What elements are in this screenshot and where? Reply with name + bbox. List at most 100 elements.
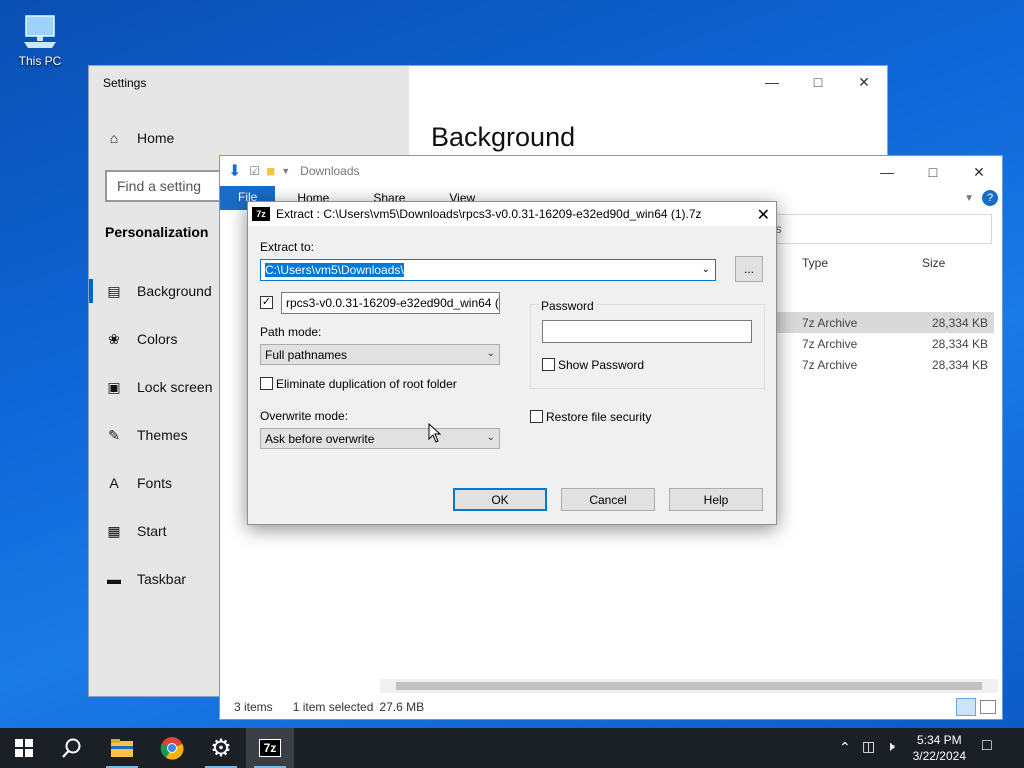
settings-window-controls: — □ ✕ xyxy=(749,66,887,98)
clock-date: 3/22/2024 xyxy=(912,749,966,763)
minimize-button[interactable]: — xyxy=(749,66,795,98)
restore-security-label: Restore file security xyxy=(546,410,652,424)
help-icon[interactable]: ? xyxy=(982,190,998,206)
help-button[interactable]: Help xyxy=(669,488,763,511)
scrollbar-thumb[interactable] xyxy=(396,682,982,690)
7zip-taskbar-button[interactable]: 7z xyxy=(246,728,294,768)
close-button[interactable]: ✕ xyxy=(841,66,887,98)
ok-button[interactable]: OK xyxy=(453,488,547,511)
picture-icon: ▤ xyxy=(107,282,121,299)
chevron-down-icon: ⌄ xyxy=(486,348,495,359)
minimize-button[interactable]: — xyxy=(864,156,910,188)
details-view-icon[interactable] xyxy=(956,698,976,716)
extract-path-value: C:\Users\vm5\Downloads\ xyxy=(265,263,404,277)
file-explorer-taskbar-button[interactable] xyxy=(98,728,146,768)
system-clock[interactable]: 5:34 PM 3/22/2024 xyxy=(913,732,966,764)
password-input[interactable] xyxy=(542,320,752,343)
start-icon: ▦ xyxy=(107,522,121,539)
extract-path-combobox[interactable]: C:\Users\vm5\Downloads\ ⌄ xyxy=(260,259,716,281)
computer-icon xyxy=(24,15,56,48)
windows-logo-icon xyxy=(15,739,33,757)
taskbar: ⚙ 7z ⌃ ◫ 🕨 5:34 PM 3/22/2024 □ xyxy=(0,728,1024,768)
path-mode-label: Path mode: xyxy=(260,325,322,339)
maximize-button[interactable]: □ xyxy=(795,66,841,98)
file-row[interactable]: 7z Archive 28,334 KB xyxy=(770,354,994,375)
explorer-title: Downloads xyxy=(300,164,360,178)
themes-icon: ✎ xyxy=(108,426,120,443)
page-title: Background xyxy=(431,122,576,152)
overwrite-mode-label: Overwrite mode: xyxy=(260,409,349,423)
nav-label: Background xyxy=(137,283,212,299)
nav-label: Themes xyxy=(137,427,188,443)
chevron-down-icon[interactable]: ▼ xyxy=(281,166,290,176)
nav-label: Taskbar xyxy=(137,571,187,587)
home-icon: ⌂ xyxy=(109,130,119,146)
network-icon[interactable]: ◫ xyxy=(862,738,875,755)
palette-icon: ❀ xyxy=(108,330,120,347)
extract-to-label: Extract to: xyxy=(260,240,315,254)
path-mode-value: Full pathnames xyxy=(265,348,348,362)
start-button[interactable] xyxy=(0,728,48,768)
password-label: Password xyxy=(539,299,596,313)
file-size: 28,334 KB xyxy=(931,315,988,330)
browse-button[interactable]: ... xyxy=(735,256,763,282)
large-icons-view-icon[interactable] xyxy=(980,700,996,714)
path-mode-select[interactable]: Full pathnames ⌄ xyxy=(260,344,500,365)
clock-time: 5:34 PM xyxy=(916,733,962,747)
chevron-down-icon[interactable]: ⌄ xyxy=(702,264,710,275)
file-row[interactable]: 7z Archive 28,334 KB xyxy=(770,312,994,333)
extract-dialog: 7z Extract : C:\Users\vm5\Downloads\rpcs… xyxy=(247,201,777,525)
down-arrow-icon: ⬇ xyxy=(228,163,242,180)
overwrite-mode-select[interactable]: Ask before overwrite ⌄ xyxy=(260,428,500,449)
this-pc-desktop-icon[interactable]: This PC xyxy=(12,8,68,74)
chevron-down-icon[interactable]: ▼ xyxy=(964,193,974,204)
status-item-count: 3 items xyxy=(234,700,273,714)
horizontal-scrollbar[interactable] xyxy=(380,679,998,693)
column-type[interactable]: Type xyxy=(802,256,828,270)
file-size: 28,334 KB xyxy=(931,336,988,351)
chrome-taskbar-button[interactable] xyxy=(148,728,196,768)
file-row[interactable]: 7z Archive 28,334 KB xyxy=(770,333,994,354)
status-size: 27.6 MB xyxy=(379,700,425,714)
dialog-title: Extract : C:\Users\vm5\Downloads\rpcs3-v… xyxy=(276,207,702,221)
nav-label: Fonts xyxy=(137,475,173,491)
search-button[interactable] xyxy=(48,728,96,768)
close-icon[interactable]: ✕ xyxy=(757,205,770,225)
notifications-icon[interactable]: □ xyxy=(982,737,992,755)
cancel-button[interactable]: Cancel xyxy=(561,488,655,511)
file-size: 28,334 KB xyxy=(931,357,988,372)
file-type: 7z Archive xyxy=(802,357,858,372)
overwrite-mode-value: Ask before overwrite xyxy=(265,432,375,446)
folder-icon: ■ xyxy=(266,162,276,180)
settings-home[interactable]: ⌂ Home xyxy=(89,116,409,160)
lock-screen-icon: ▣ xyxy=(107,378,121,395)
nav-label: Colors xyxy=(137,331,178,347)
chevron-down-icon: ⌄ xyxy=(486,432,495,443)
show-password-checkbox[interactable] xyxy=(542,358,555,371)
taskbar-icon: ▬ xyxy=(107,571,121,587)
close-button[interactable]: ✕ xyxy=(956,156,1002,188)
properties-icon[interactable]: ☑ xyxy=(249,164,260,178)
maximize-button[interactable]: □ xyxy=(910,156,956,188)
explorer-window-controls: — □ ✕ xyxy=(864,156,1002,188)
subfolder-input[interactable]: rpcs3-v0.0.31-16209-e32ed90d_win64 (1)\ xyxy=(281,292,500,314)
settings-title: Settings xyxy=(103,76,147,90)
chrome-icon xyxy=(160,737,184,760)
chevron-up-icon[interactable]: ⌃ xyxy=(839,739,851,756)
file-type: 7z Archive xyxy=(802,336,858,351)
column-size[interactable]: Size xyxy=(922,256,945,270)
eliminate-duplication-checkbox[interactable] xyxy=(260,377,273,390)
home-label: Home xyxy=(137,130,175,146)
search-icon xyxy=(62,738,81,758)
restore-security-checkbox[interactable] xyxy=(530,410,543,423)
search-box[interactable]: ds xyxy=(760,214,992,244)
subfolder-checkbox[interactable]: ✓ xyxy=(260,296,273,309)
nav-label: Lock screen xyxy=(137,379,213,395)
eliminate-duplication-label: Eliminate duplication of root folder xyxy=(276,377,457,391)
desktop-icon-label: This PC xyxy=(18,54,62,68)
show-password-label: Show Password xyxy=(558,358,645,372)
settings-taskbar-button[interactable]: ⚙ xyxy=(197,728,245,768)
7zip-icon: 7z xyxy=(252,207,270,221)
nav-label: Start xyxy=(137,523,167,539)
volume-muted-icon[interactable]: 🕨 xyxy=(886,738,895,755)
